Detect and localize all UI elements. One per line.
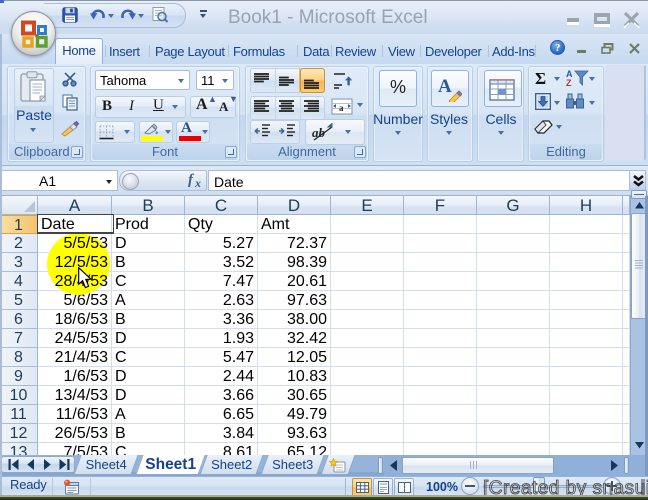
svg-text:Z: Z bbox=[566, 78, 572, 87]
svg-text:a: a bbox=[339, 103, 344, 113]
